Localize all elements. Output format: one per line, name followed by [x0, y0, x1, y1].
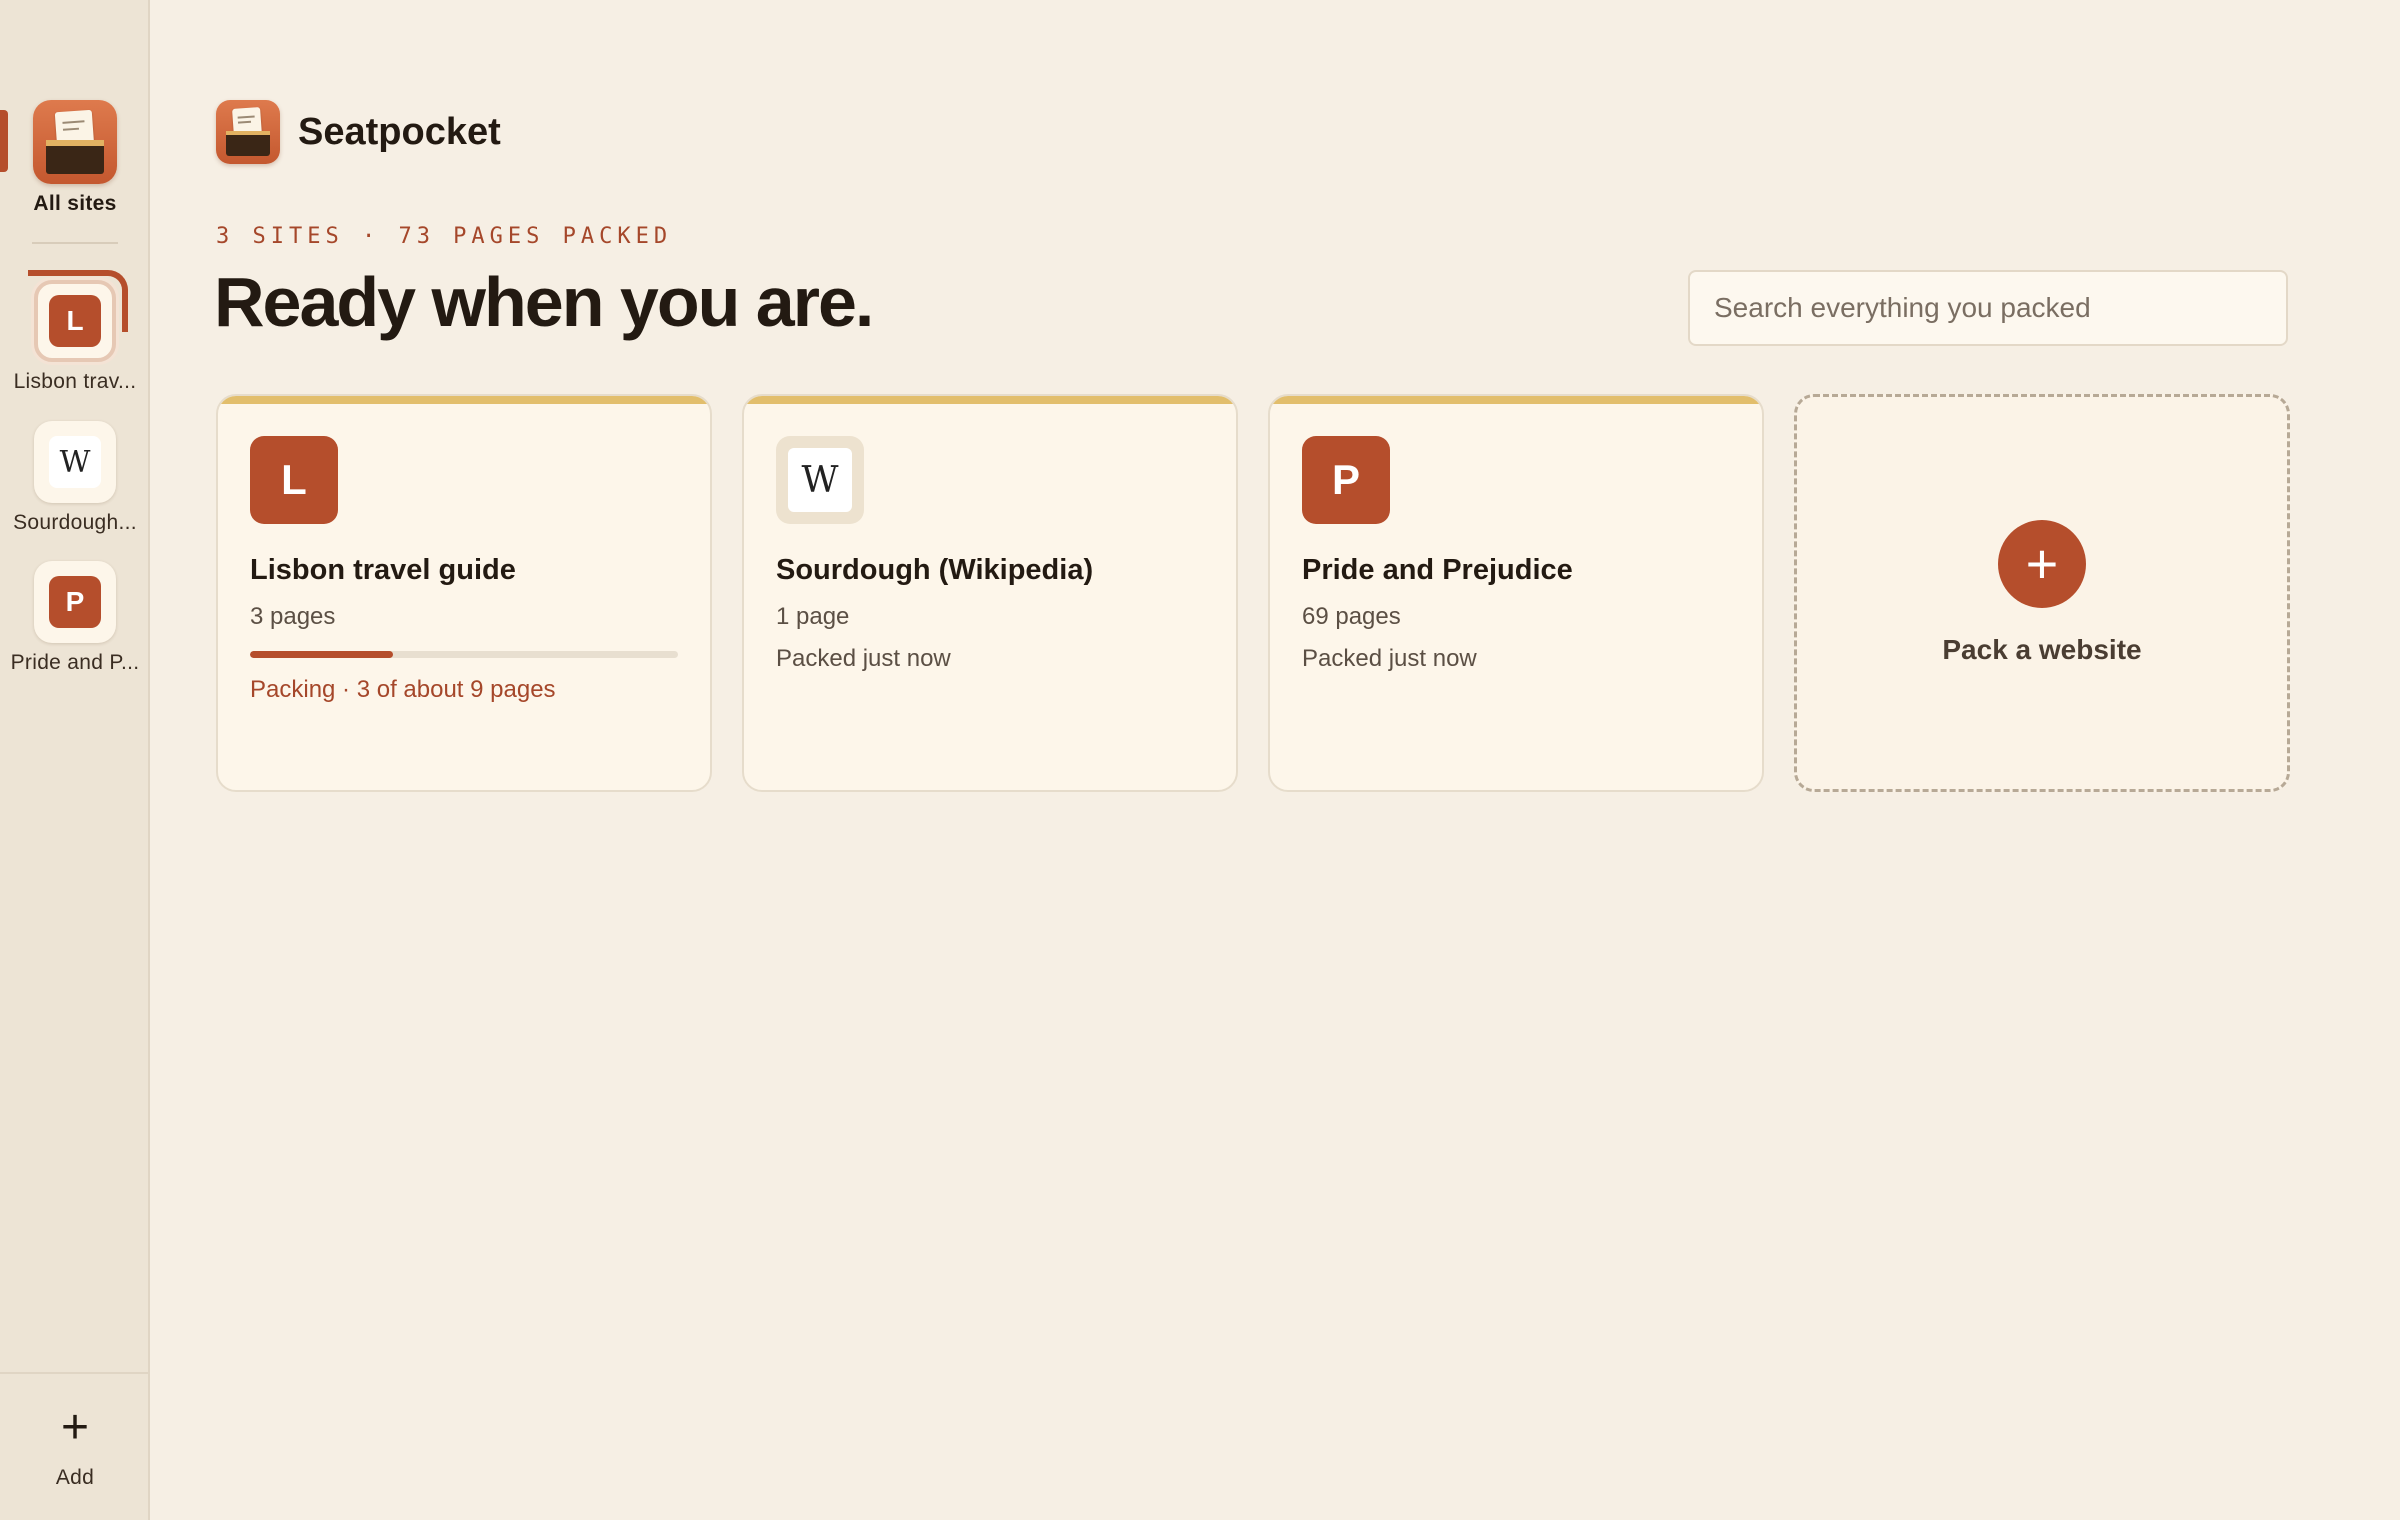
plus-icon: +	[1998, 520, 2086, 608]
wikipedia-icon: W	[49, 436, 101, 488]
sites-summary: 3 SITES · 73 PAGES PACKED	[216, 224, 673, 249]
card-title: Sourdough (Wikipedia)	[776, 554, 1094, 586]
site-tile: L	[34, 280, 116, 362]
sidebar: All sites L Lisbon trav... W Sourdough..…	[0, 0, 150, 1520]
pack-website-button[interactable]: + Pack a website	[1794, 394, 2290, 792]
pack-website-label: Pack a website	[1942, 634, 2142, 665]
sidebar-item-pride[interactable]: P Pride and P...	[0, 561, 150, 675]
sidebar-divider	[32, 242, 118, 244]
letter-l-icon: L	[49, 295, 101, 347]
sidebar-item-lisbon[interactable]: L Lisbon trav...	[0, 280, 150, 394]
site-tile: W	[34, 421, 116, 503]
sidebar-item-label: Pride and P...	[10, 651, 140, 674]
sidebar-item-label: All sites	[33, 192, 117, 215]
wikipedia-glyph: W	[788, 448, 852, 512]
packed-status: Packed just now	[776, 645, 951, 672]
app-name: Seatpocket	[298, 110, 501, 153]
sidebar-item-label: Sourdough...	[13, 511, 137, 534]
site-card-lisbon[interactable]: L Lisbon travel guide 3 pages Packing · …	[216, 394, 712, 792]
page-count: 69 pages	[1302, 603, 1401, 630]
sidebar-add-button[interactable]: + Add	[0, 1372, 150, 1520]
page-title: Ready when you are.	[214, 263, 874, 341]
packed-status: Packed just now	[1302, 645, 1477, 672]
seatpocket-logo-icon	[216, 100, 280, 164]
site-cards: L Lisbon travel guide 3 pages Packing · …	[216, 394, 2290, 792]
sidebar-item-all-sites[interactable]: All sites	[0, 100, 150, 216]
site-card-sourdough[interactable]: W Sourdough (Wikipedia) 1 page Packed ju…	[742, 394, 1238, 792]
packing-status: Packing · 3 of about 9 pages	[250, 676, 556, 703]
sidebar-item-label: Lisbon trav...	[13, 370, 137, 393]
card-title: Pride and Prejudice	[1302, 554, 1573, 586]
site-card-pride[interactable]: P Pride and Prejudice 69 pages Packed ju…	[1268, 394, 1764, 792]
plus-icon: +	[60, 1401, 90, 1454]
letter-l-icon: L	[250, 436, 338, 524]
brand: Seatpocket	[216, 100, 501, 164]
sidebar-item-sourdough[interactable]: W Sourdough...	[0, 421, 150, 535]
seatpocket-logo-icon	[33, 100, 117, 184]
letter-p-icon: P	[1302, 436, 1390, 524]
page-count: 3 pages	[250, 603, 336, 630]
packing-progress-bar	[250, 651, 678, 658]
page-count: 1 page	[776, 603, 850, 630]
search-input[interactable]	[1688, 270, 2288, 346]
add-label: Add	[55, 1466, 95, 1489]
site-tile: P	[34, 561, 116, 643]
card-title: Lisbon travel guide	[250, 554, 516, 586]
wikipedia-icon: W	[776, 436, 864, 524]
letter-p-icon: P	[49, 576, 101, 628]
progress-fill	[250, 651, 393, 658]
